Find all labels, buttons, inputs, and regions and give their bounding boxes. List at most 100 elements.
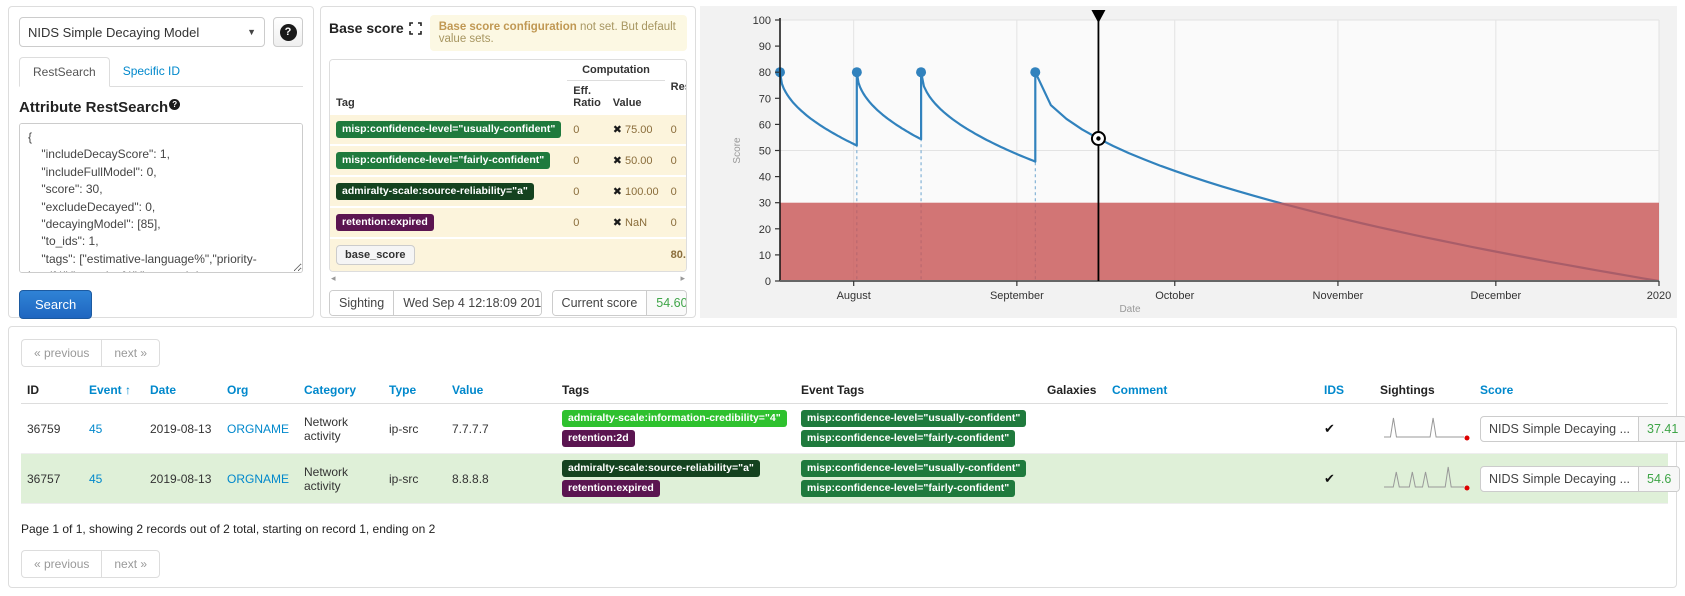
event-tag-badge: misp:confidence-level="fairly-confident": [801, 480, 1015, 497]
svg-text:70: 70: [759, 93, 771, 105]
base-score-row: admiralty-scale:source-reliability="a" 0…: [330, 176, 687, 207]
multiply-icon: ✖: [613, 124, 625, 136]
event-link[interactable]: 45: [89, 422, 102, 436]
tab-restsearch[interactable]: RestSearch: [19, 57, 110, 87]
col-score[interactable]: Score: [1474, 377, 1668, 404]
org-link[interactable]: ORGNAME: [227, 472, 289, 486]
attribute-comment: [1106, 404, 1318, 454]
attribute-row: 36759 45 2019-08-13 ORGNAME Network acti…: [21, 404, 1668, 454]
result-value: 0: [665, 145, 687, 176]
base-score-total: 80.00: [665, 238, 687, 271]
search-button[interactable]: Search: [19, 290, 92, 319]
col-org[interactable]: Org: [221, 377, 298, 404]
col-value: Value: [607, 81, 665, 115]
sighting-summary-row: Sighting Wed Sep 4 12:18:09 2019 Current…: [329, 290, 687, 316]
attribute-value: 7.7.7.7: [446, 404, 556, 454]
col-value[interactable]: Value: [446, 377, 556, 404]
col-type[interactable]: Type: [383, 377, 446, 404]
previous-page-button[interactable]: « previous: [21, 339, 101, 367]
attribute-date: 2019-08-13: [144, 404, 221, 454]
pagination-bottom: « previous next »: [21, 550, 160, 578]
multiply-icon: ✖: [613, 217, 625, 229]
horizontal-scrollbar[interactable]: ◂ ▸: [329, 272, 687, 285]
score-model-name: NIDS Simple Decaying ...: [1481, 417, 1638, 441]
col-date[interactable]: Date: [144, 377, 221, 404]
question-icon: ?: [280, 24, 297, 41]
col-category[interactable]: Category: [298, 377, 383, 404]
col-event[interactable]: Event ↑: [83, 377, 144, 404]
scroll-right-icon[interactable]: ▸: [680, 273, 685, 284]
col-tags: Tags: [556, 377, 795, 404]
svg-text:August: August: [837, 290, 871, 302]
base-score-row: misp:confidence-level="fairly-confident"…: [330, 145, 687, 176]
eff-ratio-value: 0: [567, 176, 607, 207]
results-header-row: ID Event ↑ Date Org Category Type Value …: [21, 377, 1668, 404]
attribute-type: ip-src: [383, 454, 446, 504]
next-page-button[interactable]: next »: [101, 339, 160, 367]
eff-ratio-value: 0: [567, 207, 607, 238]
score-box[interactable]: NIDS Simple Decaying ... 37.41: [1480, 416, 1685, 442]
restsearch-query-input[interactable]: { "includeDecayScore": 1, "includeFullMo…: [19, 123, 303, 273]
model-help-button[interactable]: ?: [273, 17, 303, 47]
base-score-header: Base score Base score configuration not …: [329, 15, 687, 51]
sightings-sparkline: [1380, 412, 1472, 442]
result-value: 0: [665, 114, 687, 145]
multiply-icon: ✖: [613, 186, 625, 198]
score-box[interactable]: NIDS Simple Decaying ... 54.6: [1480, 466, 1680, 492]
col-ids[interactable]: IDS: [1318, 377, 1374, 404]
svg-text:60: 60: [759, 119, 771, 131]
results-table: ID Event ↑ Date Org Category Type Value …: [21, 377, 1668, 504]
col-event-tags: Event Tags: [795, 377, 1041, 404]
y-axis-label: Score: [732, 137, 743, 164]
attribute-type: ip-src: [383, 404, 446, 454]
results-panel: « previous next » ID Event ↑ Date Org Ca…: [8, 326, 1677, 588]
attribute-id: 36757: [21, 454, 83, 504]
event-link[interactable]: 45: [89, 472, 102, 486]
tab-specific-id[interactable]: Specific ID: [110, 57, 193, 86]
scroll-left-icon[interactable]: ◂: [331, 273, 336, 284]
decaying-model-select[interactable]: NIDS Simple Decaying Model ▼: [19, 17, 265, 47]
svg-text:December: December: [1470, 290, 1521, 302]
base-score-table-wrap: Tag Computation Result Eff. Ratio Value …: [329, 59, 687, 272]
current-score-value: 54.60: [646, 291, 687, 315]
svg-text:100: 100: [753, 15, 771, 27]
current-score-group: Current score 54.60: [552, 290, 687, 316]
org-link[interactable]: ORGNAME: [227, 422, 289, 436]
decay-chart-svg: 0102030405060708090100AugustSeptemberOct…: [700, 6, 1677, 318]
svg-text:0: 0: [765, 276, 771, 288]
attribute-row-highlighted: 36757 45 2019-08-13 ORGNAME Network acti…: [21, 454, 1668, 504]
attribute-id: 36759: [21, 404, 83, 454]
tag-badge: admiralty-scale:source-reliability="a": [562, 460, 760, 477]
svg-text:80: 80: [759, 67, 771, 79]
attribute-comment: [1106, 454, 1318, 504]
computation-value: ✖50.00: [607, 145, 665, 176]
col-comment[interactable]: Comment: [1106, 377, 1318, 404]
previous-page-button[interactable]: « previous: [21, 550, 101, 578]
tag-badge: admiralty-scale:source-reliability="a": [336, 183, 534, 200]
next-page-button[interactable]: next »: [101, 550, 160, 578]
svg-text:10: 10: [759, 250, 771, 262]
decay-chart-panel: 0102030405060708090100AugustSeptemberOct…: [700, 6, 1677, 318]
attribute-category: Network activity: [298, 404, 383, 454]
eff-ratio-value: 0: [567, 145, 607, 176]
svg-text:90: 90: [759, 41, 771, 53]
tag-badge: admiralty-scale:information-credibility=…: [562, 410, 787, 427]
svg-text:40: 40: [759, 172, 771, 184]
sighting-point[interactable]: [916, 67, 926, 77]
x-axis-label: Date: [1119, 304, 1141, 315]
multiply-icon: ✖: [613, 155, 625, 167]
computation-value: ✖100.00: [607, 176, 665, 207]
tag-badge: retention:expired: [336, 214, 434, 231]
tag-badge: misp:confidence-level="usually-confident…: [336, 121, 561, 138]
col-galaxies: Galaxies: [1041, 377, 1106, 404]
expand-icon[interactable]: [409, 22, 422, 35]
event-tag-badge: misp:confidence-level="usually-confident…: [801, 410, 1026, 427]
restsearch-heading: Attribute RestSearch?: [19, 99, 303, 116]
svg-text:50: 50: [759, 146, 771, 158]
sighting-point[interactable]: [852, 67, 862, 77]
sighting-point[interactable]: [1030, 67, 1040, 77]
eff-ratio-value: 0: [567, 114, 607, 145]
event-tag-badge: misp:confidence-level="fairly-confident": [801, 430, 1015, 447]
base-score-panel: Base score Base score configuration not …: [320, 6, 696, 318]
svg-text:November: November: [1313, 290, 1364, 302]
